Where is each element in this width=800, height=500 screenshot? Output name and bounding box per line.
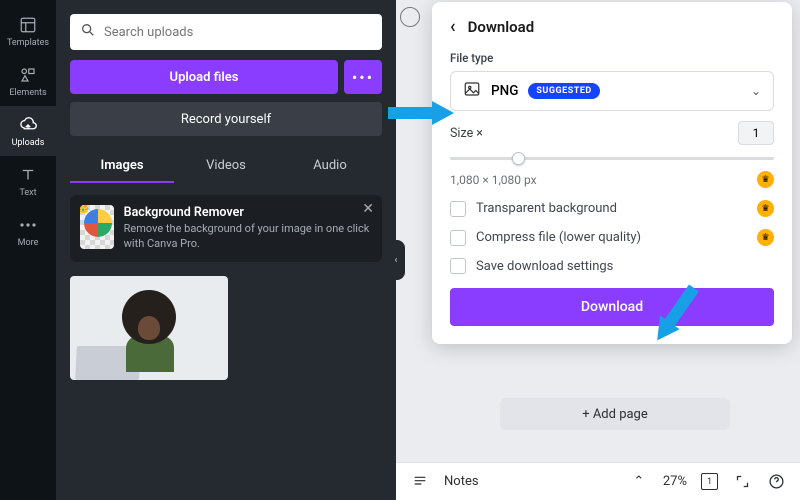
dimensions-text: 1,080 × 1,080 px [450,173,537,187]
rail-templates[interactable]: Templates [0,6,56,56]
rail-more[interactable]: More [0,206,56,256]
download-popover: ‹ Download File type PNG SUGGESTED ⌄ Siz… [432,2,792,344]
search-icon [80,22,96,42]
search-input[interactable] [104,25,372,40]
chevron-left-icon: ‹ [394,255,397,266]
bg-remover-promo[interactable]: 👑 Background Remover Remove the backgrou… [70,195,382,262]
upload-tabs: Images Videos Audio [70,150,382,183]
size-slider[interactable] [450,151,774,165]
rail-label: More [18,238,39,248]
beachball-icon: 👑 [80,205,114,249]
templates-icon [18,15,38,35]
pages-icon[interactable]: 1 [701,473,718,490]
rail-text[interactable]: Text [0,156,56,206]
rail-label: Elements [9,88,46,98]
size-label: Size × [450,126,483,141]
notes-label[interactable]: Notes [444,474,479,489]
filetype-select[interactable]: PNG SUGGESTED ⌄ [450,71,774,111]
promo-title: Background Remover [124,205,372,220]
crown-icon: ♛ [757,229,774,246]
rail-label: Uploads [12,138,45,148]
more-icon [18,215,38,235]
notes-icon[interactable] [410,472,430,492]
nav-rail: Templates Elements Uploads Text More [0,0,56,500]
fullscreen-icon[interactable] [732,472,752,492]
upload-more-button[interactable]: ••• [344,60,382,94]
promo-desc: Remove the background of your image in o… [124,222,372,252]
help-icon[interactable] [766,472,786,492]
close-icon[interactable]: ✕ [362,201,374,217]
compress-checkbox[interactable] [450,230,466,246]
uploads-panel: Upload files ••• Record yourself Images … [56,0,396,500]
compress-label: Compress file (lower quality) [476,230,641,245]
crown-icon: ♛ [757,171,774,188]
filetype-label: File type [450,51,774,65]
text-icon [18,165,38,185]
footer-bar: Notes ⌃ 27% 1 [396,462,800,500]
add-page-button[interactable]: + Add page [500,398,730,430]
share-icon[interactable] [400,7,420,27]
rail-uploads[interactable]: Uploads [0,106,56,156]
tab-images[interactable]: Images [70,150,174,183]
tab-videos[interactable]: Videos [174,150,278,183]
transparent-checkbox[interactable] [450,201,466,217]
image-icon [463,80,481,102]
zoom-level[interactable]: 27% [663,474,687,489]
upload-files-button[interactable]: Upload files [70,60,338,94]
back-icon[interactable]: ‹ [450,16,456,37]
elements-icon [18,65,38,85]
search-input-wrap[interactable] [70,14,382,50]
save-settings-label: Save download settings [476,259,613,274]
chevron-down-icon: ⌄ [751,84,761,98]
popover-title: Download [468,18,535,36]
uploads-icon [18,115,38,135]
rail-elements[interactable]: Elements [0,56,56,106]
crown-icon: 👑 [80,205,90,214]
suggested-badge: SUGGESTED [528,83,599,99]
upload-thumbnail[interactable] [70,276,228,380]
download-button[interactable]: Download [450,288,774,326]
tab-audio[interactable]: Audio [278,150,382,183]
save-settings-checkbox[interactable] [450,258,466,274]
record-yourself-button[interactable]: Record yourself [70,102,382,136]
rail-label: Templates [7,38,49,48]
crown-icon: ♛ [757,200,774,217]
filetype-value: PNG [491,83,518,99]
collapse-panel-button[interactable]: ‹ [387,240,405,280]
chevron-up-icon[interactable]: ⌃ [629,472,649,492]
transparent-label: Transparent background [476,201,617,216]
size-multiplier-input[interactable] [738,121,774,145]
rail-label: Text [19,188,36,198]
